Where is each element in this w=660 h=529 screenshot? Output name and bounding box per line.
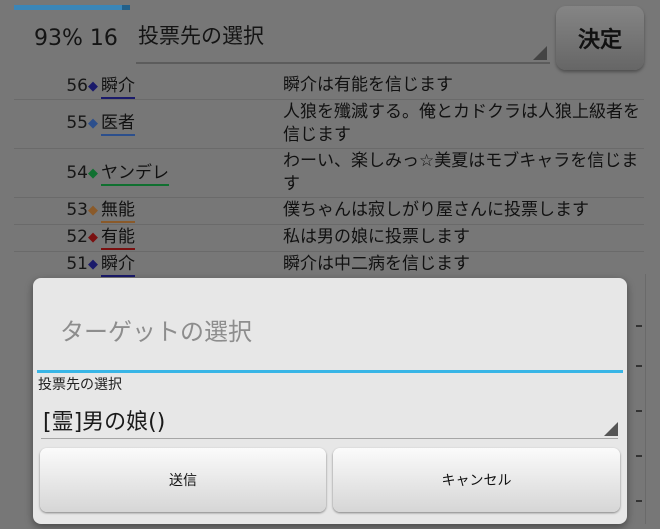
scroll-tick: [636, 325, 642, 327]
log-message: 私は男の娘に投票します: [283, 227, 470, 247]
player-name[interactable]: 瞬介: [101, 76, 135, 99]
vote-target-select-label: 投票先の選択: [138, 24, 264, 48]
dropdown-arrow-icon: [533, 46, 547, 60]
diamond-icon: ◆: [88, 257, 98, 272]
progress-fill: [14, 5, 122, 10]
log-number: 54: [66, 163, 88, 183]
player-name[interactable]: 瞬介: [101, 254, 135, 277]
right-divider: [645, 274, 646, 524]
scroll-tick: [636, 410, 642, 412]
target-select-dialog: ターゲットの選択 投票先の選択 [霊]男の娘() 送信 キャンセル: [33, 278, 627, 524]
vote-target-dropdown[interactable]: [霊]男の娘(): [41, 398, 618, 439]
diamond-icon: ◆: [88, 79, 98, 94]
player-name[interactable]: ヤンデレ: [101, 163, 169, 186]
scroll-tick: [636, 500, 642, 502]
log-row: 51 ◆ 瞬介 瞬介は中二病を信じます: [14, 251, 644, 278]
player-name[interactable]: 医者: [101, 113, 135, 136]
diamond-icon: ◆: [88, 116, 98, 131]
diamond-icon: ◆: [88, 166, 98, 181]
log-row: 54 ◆ ヤンデレ わーい、楽しみっ☆美夏はモブキャラを信じます: [14, 148, 644, 197]
log-row: 52 ◆ 有能 私は男の娘に投票します: [14, 224, 644, 251]
log-row: 55 ◆ 医者 人狼を殲滅する。俺とカドクラは人狼上級者を信じます: [14, 99, 644, 148]
dialog-title: ターゲットの選択: [60, 318, 252, 346]
log-message: 瞬介は中二病を信じます: [283, 254, 470, 274]
log-row: 56 ◆ 瞬介 瞬介は有能を信じます: [14, 74, 644, 99]
scroll-tick: [636, 455, 642, 457]
vote-target-value: [霊]男の娘(): [43, 410, 166, 435]
log-message: わーい、楽しみっ☆美夏はモブキャラを信じます: [283, 151, 639, 194]
decide-button[interactable]: 決定: [556, 6, 644, 70]
scroll-tick: [636, 365, 642, 367]
player-name[interactable]: 有能: [101, 227, 135, 250]
diamond-icon: ◆: [88, 230, 98, 245]
chat-log: 56 ◆ 瞬介 瞬介は有能を信じます 55 ◆ 医者 人狼を殲滅する。俺とカドクラは人狼上級者…: [14, 74, 644, 278]
cancel-button[interactable]: キャンセル: [333, 448, 620, 512]
log-message: 瞬介は有能を信じます: [283, 75, 453, 95]
log-number: 55: [66, 113, 88, 133]
log-number: 52: [66, 227, 88, 247]
vote-target-label: 投票先の選択: [38, 377, 122, 393]
log-message: 僕ちゃんは寂しがり屋さんに投票します: [283, 200, 589, 220]
progress-status: 93% 16: [34, 26, 118, 51]
progress-bar: [14, 5, 130, 10]
log-message: 人狼を殲滅する。俺とカドクラは人狼上級者を信じます: [283, 102, 640, 145]
dropdown-arrow-icon: [604, 422, 618, 436]
diamond-icon: ◆: [88, 203, 98, 218]
log-row: 53 ◆ 無能 僕ちゃんは寂しがり屋さんに投票します: [14, 197, 644, 224]
log-number: 56: [66, 76, 88, 96]
log-number: 53: [66, 200, 88, 220]
send-button[interactable]: 送信: [40, 448, 326, 512]
log-number: 51: [66, 254, 88, 274]
vote-target-select[interactable]: 投票先の選択: [136, 12, 550, 64]
dialog-title-divider: [37, 370, 623, 373]
player-name[interactable]: 無能: [101, 200, 135, 223]
